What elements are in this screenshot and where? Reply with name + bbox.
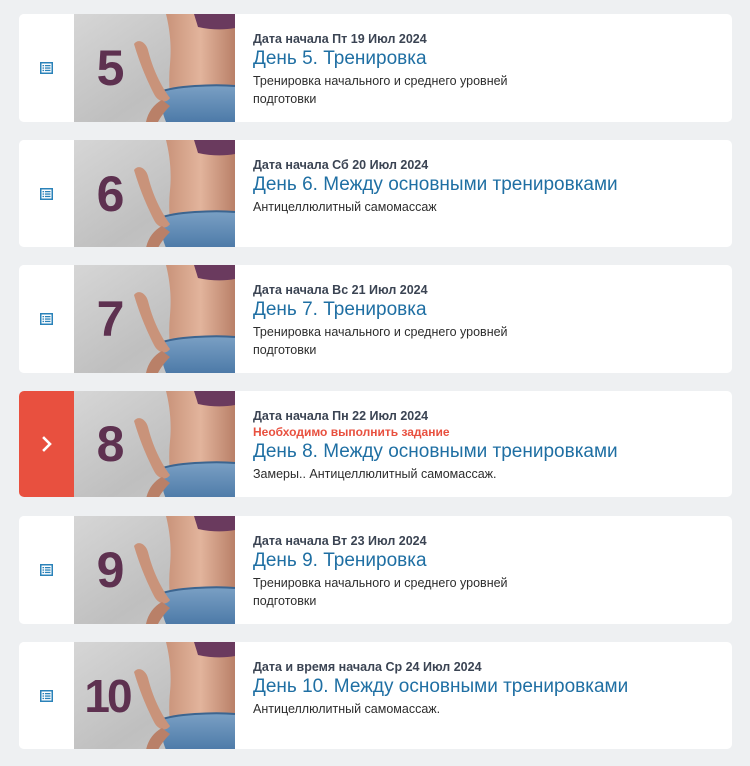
day-description: Тренировка начального и среднего уровней… [253, 325, 508, 357]
document-icon [40, 313, 53, 325]
day-card-10[interactable]: 10 Дата и время начала Ср 24 Июл 2024 Де… [19, 642, 732, 749]
start-date: Дата начала Сб 20 Июл 2024 [253, 158, 429, 172]
day-thumbnail: 6 [74, 140, 235, 247]
day-thumbnail: 8 [74, 391, 235, 497]
status-column [19, 14, 74, 122]
status-column [19, 140, 74, 247]
day-number: 5 [96, 40, 125, 96]
day-description: Антицеллюлитный самомассаж. [253, 702, 441, 716]
day-title-link[interactable]: День 9. Тренировка [253, 550, 732, 572]
day-info: Дата начала Пт 19 Июл 2024 День 5. Трени… [235, 14, 732, 122]
day-number: 9 [96, 542, 125, 598]
document-icon [40, 564, 53, 576]
day-title-link[interactable]: День 10. Между основными тренировками [253, 676, 732, 698]
day-description: Тренировка начального и среднего уровней… [253, 74, 508, 106]
status-column [19, 391, 74, 497]
document-icon [40, 689, 53, 702]
day-card-6[interactable]: 6 Дата начала Сб 20 Июл 2024 День 6. Меж… [19, 140, 732, 247]
start-date: Дата начала Вс 21 Июл 2024 [253, 283, 428, 297]
day-info: Дата и время начала Ср 24 Июл 2024 День … [235, 642, 732, 749]
day-thumbnail: 7 [74, 265, 235, 373]
day-card-5[interactable]: 5 Дата начала Пт 19 Июл 2024 День 5. Тре… [19, 14, 732, 122]
day-info: Дата начала Вт 23 Июл 2024 День 9. Трени… [235, 516, 732, 624]
document-icon [40, 62, 53, 74]
day-card-8[interactable]: 8 Дата начала Пн 22 Июл 2024 Необходимо … [19, 391, 732, 497]
day-description: Антицеллюлитный самомассаж [253, 200, 437, 214]
day-number: 7 [96, 291, 125, 347]
day-list: 5 Дата начала Пт 19 Июл 2024 День 5. Тре… [19, 14, 732, 749]
day-title-link[interactable]: День 5. Тренировка [253, 48, 732, 70]
day-thumbnail: 5 [74, 14, 235, 122]
start-date: Дата начала Пн 22 Июл 2024 [253, 409, 429, 423]
status-column [19, 642, 74, 749]
day-thumbnail: 9 [74, 516, 235, 624]
day-title-link[interactable]: День 8. Между основными тренировками [253, 441, 732, 463]
day-description: Замеры.. Антицеллюлитный самомассаж. [253, 467, 497, 481]
day-info: Дата начала Пн 22 Июл 2024 Необходимо вы… [235, 391, 732, 497]
day-thumbnail: 10 [74, 642, 235, 749]
document-icon [40, 187, 53, 200]
chevron-right-icon[interactable] [41, 436, 53, 452]
day-card-7[interactable]: 7 Дата начала Вс 21 Июл 2024 День 7. Тре… [19, 265, 732, 373]
day-card-9[interactable]: 9 Дата начала Вт 23 Июл 2024 День 9. Тре… [19, 516, 732, 624]
day-info: Дата начала Сб 20 Июл 2024 День 6. Между… [235, 140, 732, 247]
status-column [19, 265, 74, 373]
start-date: Дата начала Вт 23 Июл 2024 [253, 534, 427, 548]
day-info: Дата начала Вс 21 Июл 2024 День 7. Трени… [235, 265, 732, 373]
status-column [19, 516, 74, 624]
start-date: Дата и время начала Ср 24 Июл 2024 [253, 660, 482, 674]
day-title-link[interactable]: День 7. Тренировка [253, 299, 732, 321]
day-number: 8 [96, 416, 125, 472]
day-number: 10 [84, 669, 132, 722]
day-title-link[interactable]: День 6. Между основными тренировками [253, 174, 732, 196]
start-date: Дата начала Пт 19 Июл 2024 [253, 32, 427, 46]
day-number: 6 [96, 165, 125, 222]
task-warning: Необходимо выполнить задание [253, 425, 450, 439]
day-description: Тренировка начального и среднего уровней… [253, 576, 508, 608]
